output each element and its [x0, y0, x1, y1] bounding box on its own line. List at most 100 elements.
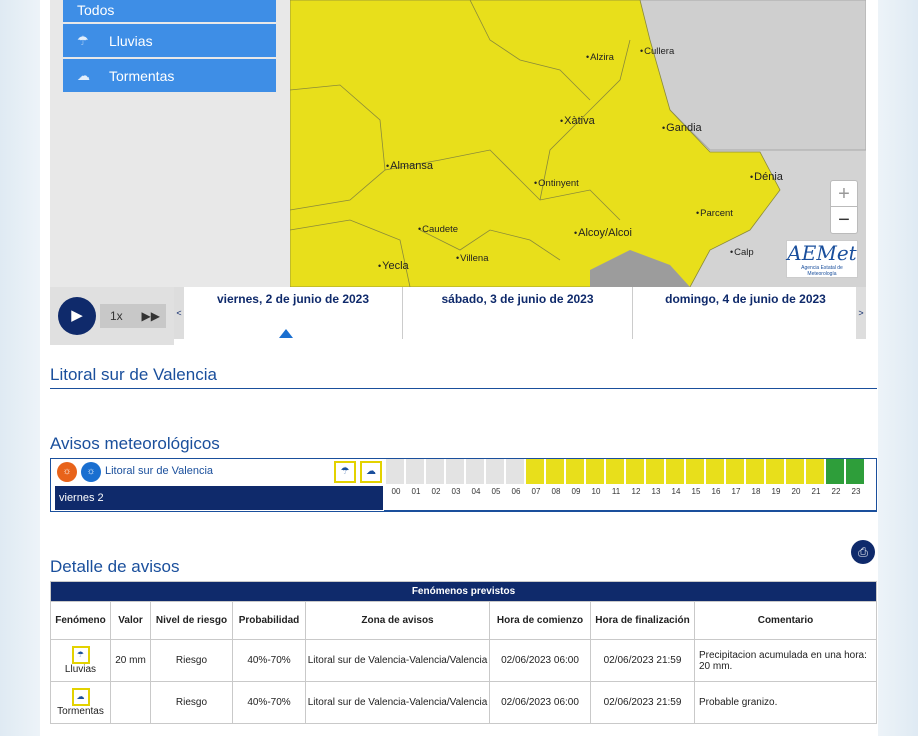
- day-tab-friday[interactable]: viernes, 2 de junio de 2023: [184, 287, 402, 339]
- rss-icon[interactable]: ☼: [81, 462, 101, 482]
- zoom-out-button[interactable]: −: [831, 207, 857, 233]
- hour-cell[interactable]: [506, 459, 525, 484]
- hour-label: 20: [791, 487, 801, 496]
- hour-label: 23: [851, 487, 861, 496]
- hour-label: 12: [631, 487, 641, 496]
- hour-label: 17: [731, 487, 741, 496]
- hour-cell[interactable]: [426, 459, 445, 484]
- storm-icon[interactable]: ☁: [360, 461, 382, 483]
- table-header: Valor: [110, 601, 151, 640]
- hour-label: 10: [591, 487, 601, 496]
- warnings-timeline: ☼ ☼ Litoral sur de Valencia ☂ ☁ viernes …: [50, 458, 877, 512]
- logo-text: AEMet: [787, 241, 857, 265]
- hour-cell[interactable]: [466, 459, 485, 484]
- table-header-row: Fenómeno Valor Nivel de riesgo Probabili…: [50, 601, 877, 640]
- hour-cell[interactable]: [386, 459, 405, 484]
- hour-label: 05: [491, 487, 501, 496]
- hour-label: 06: [511, 487, 521, 496]
- value-cell: 20 mm: [110, 639, 151, 682]
- hour-cell[interactable]: [746, 459, 765, 484]
- hour-cell[interactable]: [566, 459, 585, 484]
- hour-cell[interactable]: [786, 459, 805, 484]
- phenomena-menu: Todos ☂ Lluvias ☁ Tormentas: [63, 0, 276, 94]
- warnings-detail-table: Fenómenos previstos Fenómeno Valor Nivel…: [50, 581, 877, 724]
- speed-control[interactable]: 1x ▶▶: [100, 304, 166, 328]
- print-icon[interactable]: ⎙: [851, 540, 875, 564]
- city-label: Xàtiva: [560, 115, 595, 127]
- timeline-zone-link[interactable]: Litoral sur de Valencia: [105, 465, 213, 477]
- selected-day-indicator: [279, 329, 293, 338]
- hour-label: 15: [691, 487, 701, 496]
- start-cell: 02/06/2023 06:00: [489, 639, 591, 682]
- hour-cell[interactable]: [526, 459, 545, 484]
- hour-cell[interactable]: [686, 459, 705, 484]
- hour-cell[interactable]: [646, 459, 665, 484]
- menu-item-lluvias[interactable]: ☂ Lluvias: [63, 24, 276, 57]
- hour-label: 09: [571, 487, 581, 496]
- hour-cell[interactable]: [626, 459, 645, 484]
- day-tab-sunday[interactable]: domingo, 4 de junio de 2023: [632, 287, 858, 339]
- aemet-logo: AEMet Agencia Estatal de Meteorología: [786, 240, 858, 278]
- city-label: Gandia: [662, 122, 701, 134]
- zone-cell: Litoral sur de Valencia-Valencia/Valenci…: [305, 681, 490, 724]
- hour-cell[interactable]: [666, 459, 685, 484]
- rain-icon: ☂: [71, 646, 90, 664]
- city-label: Alzira: [586, 52, 614, 63]
- hour-cell[interactable]: [826, 459, 845, 484]
- hour-cell[interactable]: [766, 459, 785, 484]
- hour-label: 01: [411, 487, 421, 496]
- level-cell: Riesgo: [150, 681, 233, 724]
- rain-icon: ☂: [77, 32, 89, 48]
- fast-forward-icon[interactable]: ▶▶: [142, 304, 160, 328]
- hour-cell[interactable]: [586, 459, 605, 484]
- hour-cell[interactable]: [406, 459, 425, 484]
- city-label: Yecla: [378, 260, 409, 272]
- hour-cell[interactable]: [846, 459, 865, 484]
- warnings-map[interactable]: Alzira Cullera Xàtiva Gandia Almansa Ont…: [290, 0, 866, 287]
- zoom-in-button[interactable]: +: [831, 181, 857, 207]
- start-cell: 02/06/2023 06:00: [489, 681, 591, 724]
- city-label: Villena: [456, 253, 488, 264]
- menu-item-label: Lluvias: [109, 32, 153, 49]
- hour-cell[interactable]: [806, 459, 825, 484]
- phenomenon-cell: ☁ Tormentas: [50, 681, 111, 724]
- hour-cell[interactable]: [546, 459, 565, 484]
- avisos-title: Avisos meteorológicos: [50, 434, 220, 453]
- hour-label: 03: [451, 487, 461, 496]
- hour-label: 18: [751, 487, 761, 496]
- rain-icon[interactable]: ☂: [334, 461, 356, 483]
- rss-icon[interactable]: ☼: [57, 462, 77, 482]
- map-shapes: [290, 0, 866, 287]
- hour-label: 13: [651, 487, 661, 496]
- prev-day-button[interactable]: <: [174, 287, 184, 339]
- day-tab-saturday[interactable]: sábado, 3 de junio de 2023: [402, 287, 632, 339]
- speed-value: 1x: [110, 309, 123, 323]
- level-cell: Riesgo: [150, 639, 233, 682]
- table-header: Hora de finalización: [590, 601, 695, 640]
- menu-item-tormentas[interactable]: ☁ Tormentas: [63, 59, 276, 92]
- hour-label: 21: [811, 487, 821, 496]
- logo-subtext: Agencia Estatal de Meteorología: [801, 265, 843, 277]
- menu-item-todos[interactable]: Todos: [63, 0, 276, 22]
- table-header: Probabilidad: [232, 601, 306, 640]
- play-button[interactable]: ▶: [58, 297, 96, 335]
- next-day-button[interactable]: >: [856, 287, 866, 339]
- hour-cell[interactable]: [606, 459, 625, 484]
- divider: [50, 388, 877, 389]
- table-header: Hora de comienzo: [489, 601, 591, 640]
- hour-cell[interactable]: [446, 459, 465, 484]
- hour-cell[interactable]: [726, 459, 745, 484]
- comment-cell: Precipitacion acumulada en una hora: 20 …: [694, 639, 877, 682]
- phenomenon-cell: ☂ Lluvias: [50, 639, 111, 682]
- hour-label: 14: [671, 487, 681, 496]
- city-label: Cullera: [640, 46, 674, 57]
- divider: [384, 510, 876, 511]
- hour-cell[interactable]: [706, 459, 725, 484]
- storm-icon: ☁: [77, 67, 90, 83]
- table-header: Zona de avisos: [305, 601, 490, 640]
- time-controls: ▶ 1x ▶▶ < viernes, 2 de junio de 2023 sá…: [50, 287, 866, 347]
- hour-cell[interactable]: [486, 459, 505, 484]
- comment-cell: Probable granizo.: [694, 681, 877, 724]
- table-header: Fenómeno: [50, 601, 111, 640]
- end-cell: 02/06/2023 21:59: [590, 639, 695, 682]
